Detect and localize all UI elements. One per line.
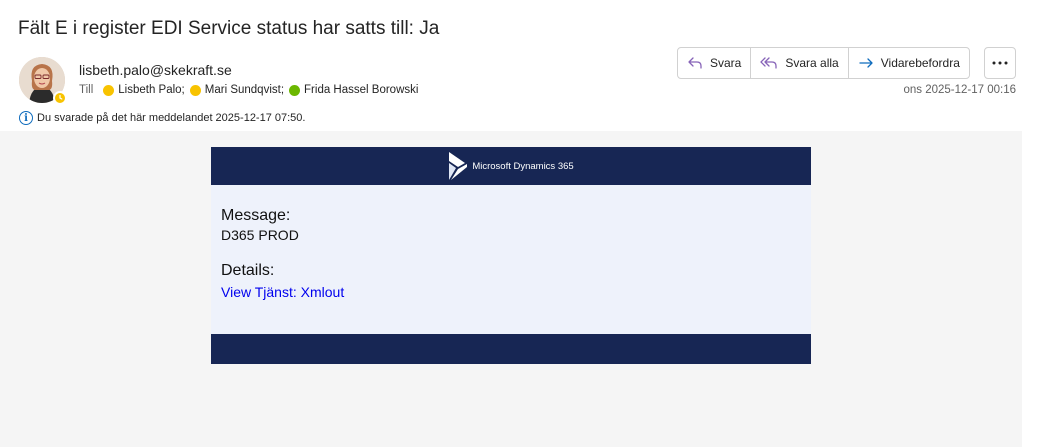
card-footer bbox=[211, 334, 811, 364]
details-label: Details: bbox=[221, 262, 275, 279]
forward-button[interactable]: Vidarebefordra bbox=[849, 48, 969, 78]
reply-info-bar: i Du svarade på det här meddelandet 2025… bbox=[19, 111, 305, 125]
recipients-line: Till Lisbeth Palo; Mari Sundqvist; Frida… bbox=[79, 84, 423, 96]
recipient-name: Lisbeth Palo; bbox=[118, 84, 185, 96]
more-actions-button[interactable] bbox=[984, 47, 1016, 79]
to-label: Till bbox=[79, 84, 94, 96]
message-body: Microsoft Dynamics 365 Message: D365 PRO… bbox=[0, 131, 1022, 447]
more-horizontal-icon bbox=[992, 61, 1008, 65]
forward-arrow-icon bbox=[859, 58, 873, 68]
reply-all-label: Svara alla bbox=[785, 56, 839, 70]
email-subject: Fält E i register EDI Service status har… bbox=[18, 18, 440, 39]
sender-address[interactable]: lisbeth.palo@skekraft.se bbox=[79, 62, 232, 78]
presence-available-icon bbox=[289, 84, 301, 96]
dynamics-365-logo-icon bbox=[449, 152, 468, 180]
reply-info-text: Du svarade på det här meddelandet 2025-1… bbox=[37, 112, 306, 124]
brand: Microsoft Dynamics 365 bbox=[448, 151, 574, 181]
email-timestamp: ons 2025-12-17 00:16 bbox=[903, 84, 1016, 96]
reply-button[interactable]: Svara bbox=[678, 48, 752, 78]
reply-label: Svara bbox=[710, 56, 742, 70]
recipient[interactable]: Frida Hassel Borowski bbox=[289, 84, 418, 96]
brand-name: Microsoft Dynamics 365 bbox=[472, 160, 574, 172]
recipient-name: Frida Hassel Borowski bbox=[304, 84, 419, 96]
reply-actions-group: Svara Svara alla Vidarebefordra bbox=[677, 47, 970, 79]
notification-card: Microsoft Dynamics 365 Message: D365 PRO… bbox=[211, 147, 811, 364]
reply-arrow-icon bbox=[688, 57, 702, 69]
recipient[interactable]: Lisbeth Palo; bbox=[103, 84, 185, 96]
card-header: Microsoft Dynamics 365 bbox=[211, 147, 811, 185]
recipient[interactable]: Mari Sundqvist; bbox=[189, 84, 285, 96]
info-icon: i bbox=[19, 111, 33, 125]
card-content: Message: D365 PROD Details: View Tjänst:… bbox=[211, 185, 811, 334]
reply-all-button[interactable]: Svara alla bbox=[751, 48, 849, 78]
forward-label: Vidarebefordra bbox=[880, 56, 960, 70]
message-value: D365 PROD bbox=[221, 227, 299, 243]
reply-all-arrow-icon bbox=[760, 57, 778, 69]
details-link[interactable]: View Tjänst: Xmlout bbox=[221, 284, 344, 300]
presence-away-icon bbox=[189, 84, 201, 96]
clock-icon bbox=[53, 91, 67, 105]
recipient-name: Mari Sundqvist; bbox=[204, 84, 285, 96]
presence-away-icon bbox=[103, 84, 115, 96]
message-label: Message: bbox=[221, 207, 291, 224]
sender-avatar[interactable] bbox=[19, 57, 67, 105]
